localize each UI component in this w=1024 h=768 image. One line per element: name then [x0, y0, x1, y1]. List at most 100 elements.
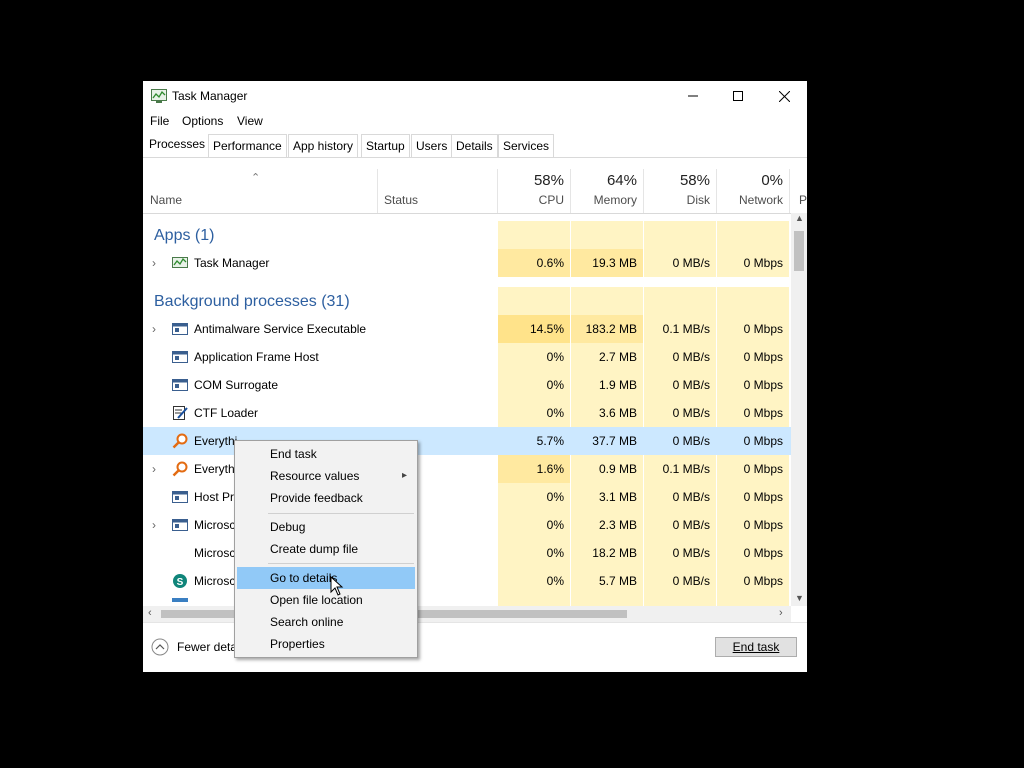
expand-chevron-icon[interactable]: › — [152, 249, 156, 277]
minimize-button[interactable] — [670, 81, 716, 111]
close-icon — [778, 90, 790, 102]
service-window-icon — [172, 379, 188, 391]
cpu-cell: 0% — [498, 343, 570, 371]
vertical-scrollbar[interactable]: ▲ ▼ — [791, 213, 807, 606]
menu-view[interactable]: View — [237, 114, 263, 128]
network-cell: 0 Mbps — [717, 455, 789, 483]
tab-details[interactable]: Details — [451, 134, 498, 157]
process-name: Task Manager — [194, 256, 270, 270]
expand-chevron-icon[interactable]: › — [152, 511, 156, 539]
tab-services[interactable]: Services — [498, 134, 555, 157]
process-name: Everyth — [194, 462, 235, 476]
disk-cell: 0.1 MB/s — [644, 455, 716, 483]
table-row[interactable]: CTF Loader 0% 3.6 MB 0 MB/s 0 Mbps — [143, 399, 791, 427]
header-cpu[interactable]: 58% CPU — [498, 169, 570, 213]
ctx-properties[interactable]: Properties — [237, 633, 415, 655]
mouse-cursor-icon — [330, 576, 344, 596]
scroll-left-icon[interactable]: ‹ — [148, 607, 152, 619]
ctx-end-task[interactable]: End task — [237, 443, 415, 465]
ctx-search-online[interactable]: Search online — [237, 611, 415, 633]
table-row[interactable]: › Task Manager 0.6% 19.3 MB 0 MB/s 0 Mbp… — [143, 249, 791, 277]
collapse-up-icon — [151, 638, 169, 656]
memory-cell: 2.7 MB — [571, 343, 643, 371]
header-status[interactable]: Status — [378, 169, 497, 213]
cpu-cell: 5.7% — [536, 434, 564, 448]
close-button[interactable] — [761, 81, 807, 111]
expand-chevron-icon[interactable]: › — [152, 315, 156, 343]
table-row[interactable]: Application Frame Host 0% 2.7 MB 0 MB/s … — [143, 343, 791, 371]
menu-file[interactable]: File — [150, 114, 169, 128]
disk-cell: 0 MB/s — [644, 539, 716, 567]
header-memory[interactable]: 64% Memory — [571, 169, 643, 213]
disk-cell: 0.1 MB/s — [644, 315, 716, 343]
group-header-background[interactable]: Background processes (31) — [143, 287, 791, 315]
memory-cell: 2.3 MB — [571, 511, 643, 539]
cpu-cell: 0% — [498, 511, 570, 539]
cpu-cell: 1.6% — [498, 455, 570, 483]
network-percent: 0% — [761, 172, 783, 189]
memory-cell: 3.1 MB — [571, 483, 643, 511]
tab-processes[interactable]: Processes — [145, 132, 210, 157]
menu-options[interactable]: Options — [182, 114, 223, 128]
svg-text:S: S — [177, 577, 184, 588]
group-title: Apps (1) — [154, 227, 215, 244]
tab-users[interactable]: Users — [411, 134, 453, 157]
disk-cell: 0 MB/s — [644, 371, 716, 399]
title-bar[interactable]: Task Manager — [143, 81, 807, 111]
cpu-cell: 0.6% — [498, 249, 570, 277]
notepad-pen-icon — [173, 406, 188, 420]
maximize-button[interactable] — [715, 81, 761, 111]
service-window-icon — [172, 491, 188, 503]
ctx-debug[interactable]: Debug — [237, 516, 415, 538]
tab-bar: Processes Performance App history Startu… — [143, 131, 807, 158]
header-network[interactable]: 0% Network — [717, 169, 789, 213]
ctx-resource-values[interactable]: Resource values ▸ — [237, 465, 415, 487]
network-cell: 0 Mbps — [717, 399, 789, 427]
group-header-apps[interactable]: Apps (1) — [143, 221, 791, 249]
cpu-cell: 0% — [498, 539, 570, 567]
header-disk[interactable]: 58% Disk — [644, 169, 716, 213]
header-cpu-label: CPU — [538, 193, 564, 207]
header-status-label: Status — [384, 193, 419, 207]
tab-app-history[interactable]: App history — [288, 134, 359, 157]
tab-performance[interactable]: Performance — [208, 134, 287, 157]
sort-up-icon: ⌃ — [251, 172, 261, 184]
vertical-scroll-thumb[interactable] — [794, 231, 804, 271]
network-cell: 0 Mbps — [717, 539, 789, 567]
table-row[interactable]: › Antimalware Service Executable 14.5% 1… — [143, 315, 791, 343]
process-name: Application Frame Host — [194, 350, 319, 364]
ctx-open-file-location[interactable]: Open file location — [237, 589, 415, 611]
header-power[interactable]: P — [790, 169, 807, 213]
process-name: COM Surrogate — [194, 378, 279, 392]
group-title: Background processes (31) — [154, 293, 350, 310]
disk-cell: 0 MB/s — [644, 399, 716, 427]
disk-cell: 0 MB/s — [644, 483, 716, 511]
fewer-details-button[interactable] — [151, 638, 169, 656]
process-name: Microsc — [194, 546, 236, 560]
ctx-provide-feedback[interactable]: Provide feedback — [237, 487, 415, 509]
tab-startup[interactable]: Startup — [361, 134, 410, 157]
cpu-cell: 0% — [498, 371, 570, 399]
scroll-up-icon[interactable]: ▲ — [795, 213, 804, 223]
disk-cell: 0 MB/s — [644, 249, 716, 277]
maximize-icon — [733, 91, 743, 101]
scroll-right-icon[interactable]: › — [779, 607, 783, 619]
column-header: ⌃ Name Status 58% CPU 64% Memory 58% Dis… — [143, 169, 807, 214]
magnifier-icon — [172, 433, 188, 449]
memory-cell: 3.6 MB — [571, 399, 643, 427]
ctx-create-dump-file[interactable]: Create dump file — [237, 538, 415, 560]
fewer-details-label[interactable]: Fewer deta — [177, 640, 237, 654]
disk-cell: 0 MB/s — [644, 511, 716, 539]
expand-chevron-icon[interactable]: › — [152, 455, 156, 483]
scroll-down-icon[interactable]: ▼ — [795, 593, 804, 603]
network-cell: 0 Mbps — [717, 315, 789, 343]
header-disk-label: Disk — [686, 193, 710, 207]
header-name[interactable]: ⌃ Name — [143, 169, 377, 213]
service-window-icon — [172, 351, 188, 363]
menu-separator — [268, 513, 414, 514]
network-cell: 0 Mbps — [717, 371, 789, 399]
table-row[interactable]: COM Surrogate 0% 1.9 MB 0 MB/s 0 Mbps — [143, 371, 791, 399]
ctx-go-to-details[interactable]: Go to details — [237, 567, 415, 589]
end-task-button[interactable]: End task — [715, 637, 797, 657]
cpu-cell: 14.5% — [498, 315, 570, 343]
